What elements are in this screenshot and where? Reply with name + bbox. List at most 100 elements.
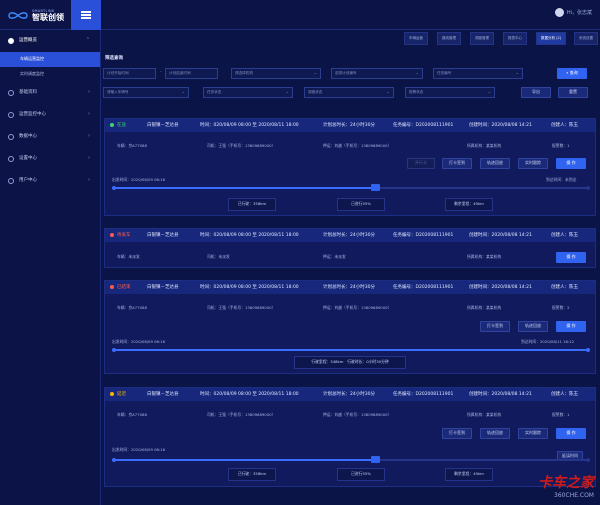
operate-button[interactable]: 操 作	[556, 158, 586, 169]
tab-system[interactable]: 系统设置	[574, 32, 598, 45]
gear-icon	[8, 38, 14, 44]
open-card-button[interactable]: 开行卡	[407, 158, 435, 169]
track-playback-button[interactable]: 轨迹回放	[480, 428, 510, 439]
realtime-tracking-button[interactable]: 实时跟踪	[518, 158, 548, 169]
end-time-input[interactable]: 计划结束时间	[165, 68, 218, 79]
task-number: 任务编号：D202008111901	[393, 284, 454, 290]
departure-time: 出发时间：2020/08/09 08:16	[112, 177, 166, 182]
chevron-right-icon: ›	[88, 177, 90, 183]
sidebar-group-settings[interactable]: 设置中心 ›	[0, 148, 100, 170]
track-playback-button[interactable]: 轨迹回放	[518, 321, 548, 332]
filter-panel: 筛选查询 计划开始时间 - 计划结束时间 请选择机构 ⌄ 选择计划编号 ⌄ 任务编号…	[101, 50, 600, 105]
plan-number-select[interactable]: 选择计划编号 ⌄	[331, 68, 423, 79]
route: 白银镇－芝达县	[147, 232, 179, 238]
trip-summary: 行驶里程：348km 行驶时长：0小时30分钟	[294, 356, 406, 369]
route: 白银镇－芝达县	[147, 284, 179, 290]
task-status-select[interactable]: 任务状态 ⌄	[203, 87, 293, 98]
operate-button[interactable]: 操 作	[556, 252, 586, 263]
sidebar-group-label: 基础资料	[19, 90, 37, 96]
escort: 押运：未派发	[323, 254, 346, 259]
task-card: 延迟 白银镇－芝达县 时间：020/08/09 08:00 至 2020/08/…	[104, 387, 596, 487]
created-time: 创建时间：2020/08/08 14:21	[469, 284, 532, 290]
start-point-icon	[112, 186, 116, 190]
check-in-button[interactable]: 打卡签到	[480, 321, 510, 332]
route: 白银镇－芝达县	[147, 391, 179, 397]
task-card-header: 待发车 白银镇－芝达县 时间：020/08/09 08:00 至 2020/08…	[105, 229, 595, 242]
driver: 司机：王强（手机号：13809889000）	[207, 143, 276, 148]
chevron-down-icon: ⌄	[515, 70, 519, 75]
alarm-count: 报警数：2	[552, 305, 570, 310]
vehicle: 车辆：京A77088	[117, 305, 147, 310]
sidebar-item-vehicle-monitor[interactable]: 车辆运营监控	[0, 52, 100, 67]
check-in-button[interactable]: 打卡签到	[442, 158, 472, 169]
start-point-icon	[112, 348, 116, 352]
task-number: 任务编号：D202008111901	[393, 122, 454, 128]
user-menu[interactable]: Hi，张志斌	[554, 8, 592, 17]
sidebar-group-monitor-center[interactable]: 运营监控中心 ›	[0, 104, 100, 126]
sidebar: 运营概览 ⌃ 车辆运营监控 实时调度监控 基础资料 › 运营监控中心 › 数据中心 › …	[0, 30, 101, 505]
alarm-count: 报警数：1	[552, 143, 570, 148]
operate-button[interactable]: 操 作	[556, 321, 586, 332]
arrival-time: 到达时间：2020/08/11 18:12	[521, 339, 575, 344]
sidebar-item-dispatch-monitor[interactable]: 实时调度监控	[0, 67, 100, 82]
task-status: 已结束	[110, 285, 131, 290]
realtime-tracking-button[interactable]: 实时跟踪	[518, 428, 548, 439]
creator: 创建人：陈玉	[551, 232, 578, 238]
schedule-time: 时间：020/08/09 08:00 至 2020/08/11 18:00	[200, 122, 299, 128]
chevron-down-icon: ⌄	[285, 89, 289, 94]
menu-toggle-button[interactable]	[71, 0, 101, 30]
logo-chinese: 智联创领	[32, 13, 64, 22]
progress-track	[112, 456, 590, 463]
schedule-time: 时间：020/08/09 08:00 至 2020/08/11 18:00	[200, 391, 299, 397]
task-number-select[interactable]: 任务编号 ⌄	[433, 68, 523, 79]
sidebar-group-overview[interactable]: 运营概览 ⌃	[0, 30, 100, 52]
tab-vehicle-ops[interactable]: 车辆运营	[404, 32, 428, 45]
end-point-icon	[586, 348, 590, 352]
remaining-distance: 剩余里程：49km	[445, 468, 493, 481]
org-select-value: 请选择机构	[235, 71, 253, 76]
tab-reports[interactable]: 报表中心	[503, 32, 527, 45]
sidebar-group-base-data[interactable]: 基础资料 ›	[0, 82, 100, 104]
dispatch-status-select[interactable]: 调度状态 ⌄	[304, 87, 394, 98]
sidebar-group-label: 数据中心	[19, 134, 37, 140]
export-button[interactable]: 导出	[521, 87, 551, 98]
task-number: 任务编号：D202008111901	[393, 391, 454, 397]
chevron-right-icon: ›	[88, 133, 90, 139]
alarm-count: 报警数：1	[552, 412, 570, 417]
alarm-status-select[interactable]: 报警状态 ⌄	[405, 87, 495, 98]
task-number: 任务编号：D202008111901	[393, 232, 454, 238]
status-dot-icon	[110, 392, 114, 397]
driver: 司机：未派发	[207, 254, 230, 259]
schedule-time: 时间：020/08/09 08:00 至 2020/08/11 18:00	[200, 284, 299, 290]
created-time: 创建时间：2020/08/08 14:21	[469, 232, 532, 238]
org-select[interactable]: 请选择机构 ⌄	[231, 68, 321, 79]
sidebar-group-user-center[interactable]: 用户中心 ›	[0, 170, 100, 192]
operate-button[interactable]: 操 作	[556, 428, 586, 439]
chevron-up-icon: ⌃	[85, 37, 90, 43]
plate-number-input[interactable]: 请输入车牌号 ⌄	[103, 87, 189, 98]
top-tabs: 车辆运营 路线管理 调度管理 报表中心 数据分析 (2) 系统设置	[101, 30, 600, 47]
creator: 创建人：陈玉	[551, 122, 578, 128]
alarm-status-value: 报警状态	[409, 90, 424, 95]
tab-dispatch[interactable]: 调度管理	[470, 32, 494, 45]
tab-analysis[interactable]: 数据分析 (2)	[536, 32, 567, 45]
vehicle: 车辆：京A77088	[117, 143, 147, 148]
reset-button[interactable]: 重置	[558, 87, 588, 98]
top-bar: SMARTLINK 智联创领 Hi，张志斌	[0, 0, 600, 30]
truck-icon	[370, 184, 380, 191]
database-icon	[8, 90, 14, 96]
start-time-input[interactable]: 计划开始时间	[103, 68, 156, 79]
organization: 所属机构：某某机构	[467, 305, 502, 310]
check-in-button[interactable]: 打卡签到	[442, 428, 472, 439]
tab-route[interactable]: 路线管理	[437, 32, 461, 45]
route: 白银镇－芝达县	[147, 122, 179, 128]
traveled-distance: 已行驶：356km	[228, 468, 276, 481]
task-card: 已结束 白银镇－芝达县 时间：020/08/09 08:00 至 2020/08…	[104, 280, 596, 374]
departure-time: 出发时间：2020/08/09 08:16	[112, 447, 166, 452]
organization: 所属机构：某某机构	[467, 254, 502, 259]
watermark: 卡车之家 360CHE.COM	[538, 475, 594, 499]
search-button[interactable]: ⌕ 查询	[557, 68, 587, 79]
end-point-icon	[586, 458, 590, 462]
sidebar-group-data-center[interactable]: 数据中心 ›	[0, 126, 100, 148]
track-playback-button[interactable]: 轨迹回放	[480, 158, 510, 169]
